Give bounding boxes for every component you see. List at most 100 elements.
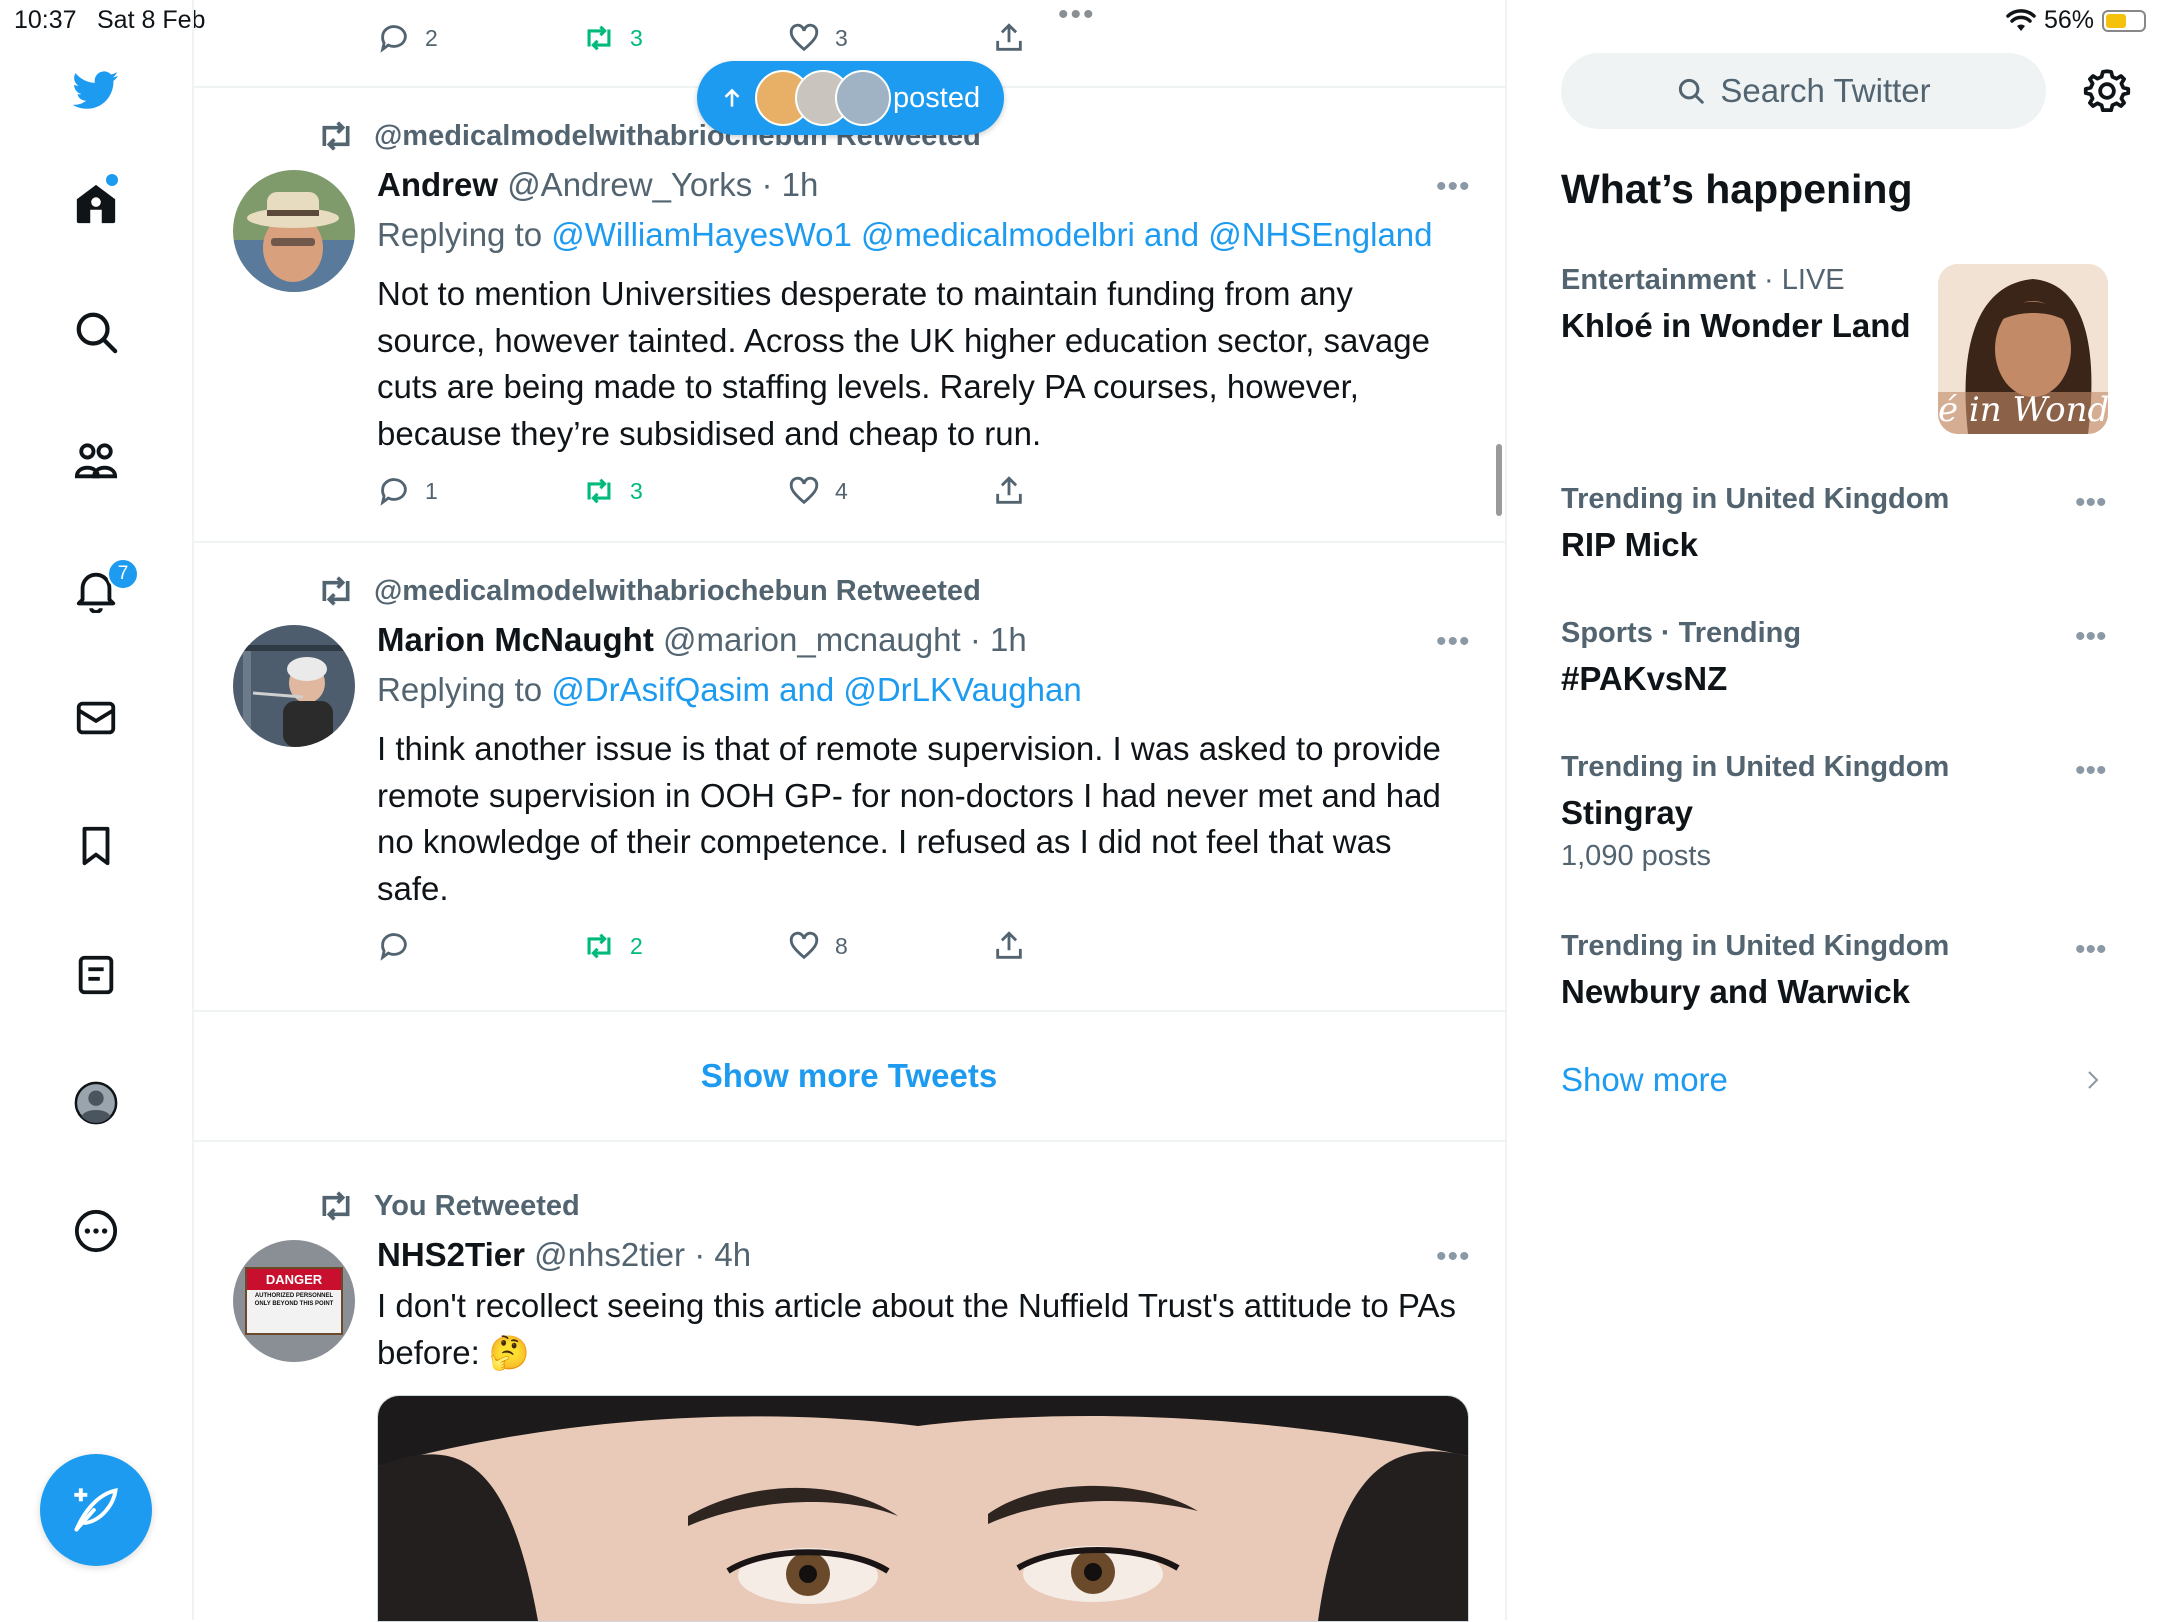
tweet-more-icon[interactable]: ••• xyxy=(1436,625,1471,659)
tweet-time[interactable]: · 4h xyxy=(694,1236,751,1273)
avatar[interactable] xyxy=(233,170,355,292)
retweet-icon xyxy=(322,1191,350,1221)
trend-more-icon[interactable]: ••• xyxy=(2075,933,2107,967)
twitter-bird-icon[interactable] xyxy=(70,64,122,116)
share-icon xyxy=(996,476,1022,504)
danger-sign-title: DANGER xyxy=(247,1269,341,1290)
danger-sign: DANGER AUTHORIZED PERSONNEL ONLY BEYOND … xyxy=(245,1267,343,1335)
retweet-icon xyxy=(322,121,350,151)
share-icon xyxy=(996,931,1022,959)
trend-count: 1,090 posts xyxy=(1561,840,1711,872)
tweet-time[interactable]: · 1h xyxy=(761,166,818,203)
lists-icon[interactable] xyxy=(70,949,122,1001)
featured-category: Entertainment xyxy=(1561,264,1756,296)
handle[interactable]: @nhs2tier xyxy=(534,1236,685,1273)
compose-feather-icon xyxy=(74,1487,118,1532)
reply-button[interactable] xyxy=(377,929,582,963)
display-name[interactable]: Andrew xyxy=(377,166,498,203)
retweet-button[interactable]: 3 xyxy=(582,474,787,508)
share-button[interactable] xyxy=(992,22,1197,54)
like-button[interactable]: 3 xyxy=(787,22,992,54)
trend-item[interactable]: Trending in United Kingdom Stingray 1,09… xyxy=(1561,751,2111,873)
replying-to-users[interactable]: @DrAsifQasim and @DrLKVaughan xyxy=(551,671,1081,708)
trend-item[interactable]: Trending in United Kingdom RIP Mick xyxy=(1561,483,2111,564)
like-button[interactable]: 8 xyxy=(787,929,992,963)
tweet-time[interactable]: · 1h xyxy=(970,621,1027,658)
home-new-dot xyxy=(106,174,118,186)
trend-meta: Trending in United Kingdom xyxy=(1561,751,1950,783)
like-button[interactable]: 4 xyxy=(787,474,992,508)
more-icon[interactable] xyxy=(70,1205,122,1257)
tweet-more-icon[interactable]: ••• xyxy=(1436,170,1471,204)
new-posts-avatars xyxy=(755,70,891,126)
trend-meta: Sports · Trending xyxy=(1561,617,1802,649)
retweeted-by[interactable]: @medicalmodelwithabriochebun Retweeted xyxy=(374,575,981,608)
home-icon[interactable] xyxy=(70,178,122,230)
feed-divider xyxy=(1505,0,1507,1620)
featured-image-text: é in Wonder L xyxy=(1938,390,2108,430)
show-more-trends-label: Show more xyxy=(1561,1061,1728,1098)
tweet-media-image[interactable] xyxy=(377,1395,1469,1622)
tweet-header: Andrew @Andrew_Yorks · 1h xyxy=(377,166,818,204)
feed-scrollbar[interactable] xyxy=(1496,444,1502,516)
search-icon[interactable] xyxy=(70,306,122,358)
left-nav-divider xyxy=(192,0,194,1620)
whats-happening-title: What’s happening xyxy=(1561,166,1913,212)
reply-icon xyxy=(380,933,407,961)
trend-title: #PAKvsNZ xyxy=(1561,660,1728,697)
avatar[interactable]: DANGER AUTHORIZED PERSONNEL ONLY BEYOND … xyxy=(233,1240,355,1362)
profile-icon[interactable] xyxy=(70,1077,122,1129)
search-icon xyxy=(1679,78,1705,104)
retweet-icon xyxy=(587,478,611,504)
chevron-right-icon xyxy=(2088,1071,2099,1089)
search-input[interactable]: Search Twitter xyxy=(1561,53,2046,129)
retweet-icon xyxy=(587,933,611,959)
retweet-button[interactable]: 3 xyxy=(582,22,787,54)
trend-more-icon[interactable]: ••• xyxy=(2075,486,2107,520)
trend-item[interactable]: Sports · Trending #PAKvsNZ xyxy=(1561,617,2111,698)
tweet-divider xyxy=(193,1140,1505,1142)
retweet-button[interactable]: 2 xyxy=(582,929,787,963)
reply-button[interactable]: 2 xyxy=(377,22,582,54)
tweet-divider xyxy=(193,541,1505,543)
reply-button[interactable]: 1 xyxy=(377,474,582,508)
replying-to-users[interactable]: @WilliamHayesWo1 @medicalmodelbri and @N… xyxy=(551,216,1432,253)
retweeted-by[interactable]: You Retweeted xyxy=(374,1190,580,1223)
featured-image[interactable]: é in Wonder L xyxy=(1938,264,2108,434)
tweet-text: Not to mention Universities desperate to… xyxy=(377,275,1430,452)
replying-prefix: Replying to xyxy=(377,671,543,708)
show-more-tweets-link[interactable]: Show more Tweets xyxy=(701,1057,997,1095)
trend-meta: Trending in United Kingdom xyxy=(1561,930,1950,962)
like-count: 3 xyxy=(835,24,848,51)
communities-icon[interactable] xyxy=(70,435,122,487)
display-name[interactable]: NHS2Tier xyxy=(377,1236,525,1273)
new-posts-pill[interactable]: posted xyxy=(697,61,1004,135)
retweet-icon xyxy=(322,576,350,606)
trend-more-icon[interactable]: ••• xyxy=(2075,754,2107,788)
reply-icon xyxy=(380,478,407,506)
like-count: 4 xyxy=(835,477,848,504)
handle[interactable]: @marion_mcnaught xyxy=(663,621,961,658)
compose-button[interactable] xyxy=(40,1454,152,1566)
wifi-icon xyxy=(2006,8,2036,31)
tweet-actions: 1 3 4 xyxy=(377,474,1197,508)
trend-item[interactable]: Trending in United Kingdom Newbury and W… xyxy=(1561,930,2111,1011)
featured-trend[interactable]: Entertainment · LIVE Khloé in Wonder Lan… xyxy=(1561,264,1911,345)
display-name[interactable]: Marion McNaught xyxy=(377,621,654,658)
handle[interactable]: @Andrew_Yorks xyxy=(507,166,752,203)
tweet-text: I don't recollect seeing this article ab… xyxy=(377,1287,1456,1371)
share-button[interactable] xyxy=(992,929,1197,963)
show-more-trends[interactable]: Show more xyxy=(1561,1061,2111,1099)
battery-fill xyxy=(2106,13,2126,28)
share-button[interactable] xyxy=(992,474,1197,508)
new-posts-label: posted xyxy=(893,81,981,114)
trend-more-icon[interactable]: ••• xyxy=(2075,620,2107,654)
reply-count: 2 xyxy=(425,24,438,51)
gear-icon[interactable] xyxy=(2082,66,2132,116)
avatar[interactable] xyxy=(233,625,355,747)
replying-to: Replying to @WilliamHayesWo1 @medicalmod… xyxy=(377,216,1433,254)
bookmarks-icon[interactable] xyxy=(70,820,122,872)
messages-icon[interactable] xyxy=(70,692,122,744)
tweet-header: NHS2Tier @nhs2tier · 4h xyxy=(377,1236,751,1274)
tweet-more-icon[interactable]: ••• xyxy=(1436,1240,1471,1274)
